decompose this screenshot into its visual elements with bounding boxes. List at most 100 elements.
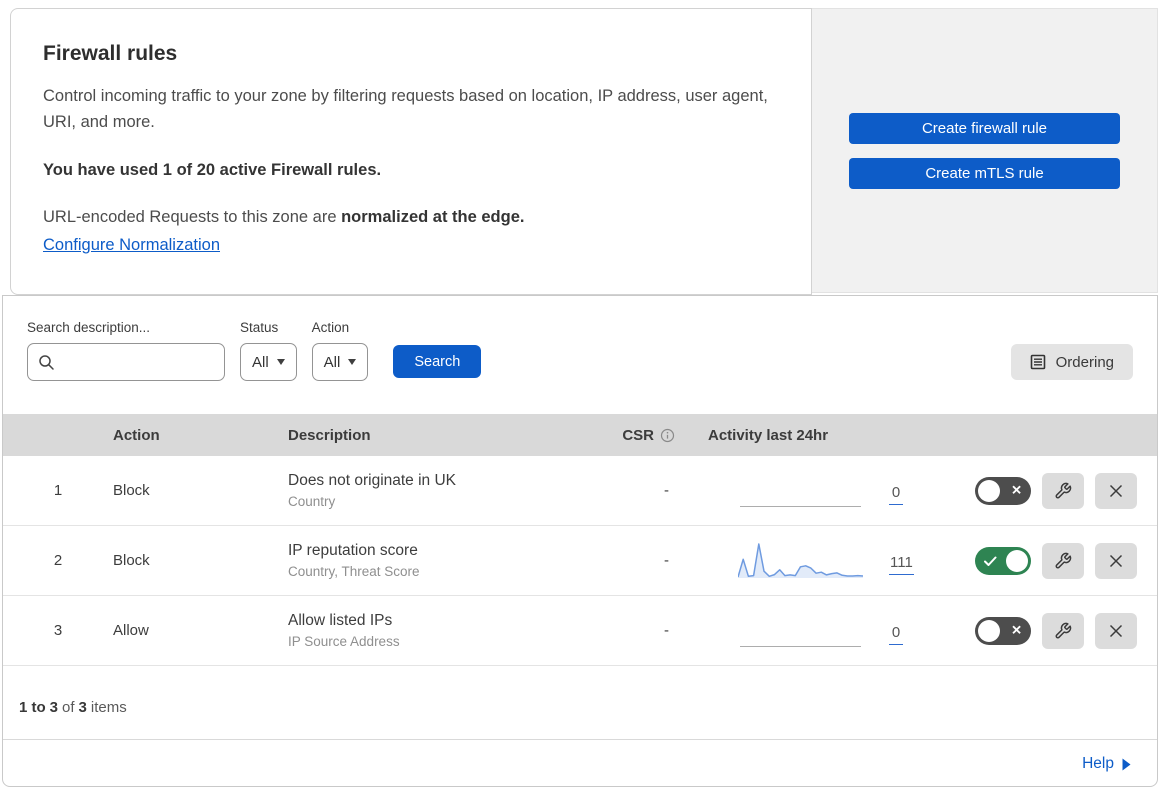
activity-count-link[interactable]: 0 — [889, 624, 903, 645]
status-label: Status — [240, 320, 279, 335]
activity-sparkline — [738, 470, 863, 512]
rule-toggle[interactable]: ✕ — [975, 616, 1031, 645]
wrench-icon — [1055, 552, 1072, 568]
rule-priority: 3 — [53, 622, 63, 639]
delete-rule-button[interactable] — [1095, 612, 1137, 649]
action-dropdown-value: All — [323, 353, 341, 371]
actions-panel: Create firewall rule Create mTLS rule — [812, 8, 1158, 293]
edit-rule-button[interactable] — [1042, 472, 1084, 509]
usage-summary: You have used 1 of 20 active Firewall ru… — [43, 160, 382, 179]
delete-rule-button[interactable] — [1095, 542, 1137, 579]
normalization-bold-text: normalized at the edge. — [341, 207, 525, 226]
rule-csr-value: - — [664, 552, 669, 569]
table-row: 3 Allow Allow listed IPs IP Source Addre… — [3, 596, 1157, 666]
normalization-text: URL-encoded Requests to this zone are — [43, 207, 342, 226]
search-input-wrapper — [27, 343, 225, 381]
rule-action: Block — [113, 552, 150, 569]
toggle-knob — [978, 619, 1000, 642]
page-title: Firewall rules — [43, 42, 178, 65]
search-icon — [39, 354, 54, 370]
rule-activity-cell: 0 — [693, 470, 953, 512]
rule-priority: 1 — [53, 482, 63, 499]
rule-activity-cell: 0 — [693, 610, 953, 652]
chevron-down-icon — [276, 359, 285, 365]
wrench-icon — [1055, 622, 1072, 638]
toggle-off-x-icon: ✕ — [1011, 481, 1022, 497]
rule-action: Allow — [113, 622, 149, 639]
close-icon — [1109, 554, 1123, 567]
rule-action: Block — [113, 482, 150, 499]
pagination-summary: 1 to 3 of 3 items — [3, 666, 1157, 739]
edit-rule-button[interactable] — [1042, 542, 1084, 579]
activity-count-link[interactable]: 0 — [889, 484, 903, 505]
csr-header-label: CSR — [622, 426, 654, 444]
rule-controls: ✕ — [953, 472, 1137, 509]
column-header-csr: CSR — [593, 427, 693, 444]
activity-sparkline — [738, 610, 863, 652]
action-dropdown[interactable]: All — [311, 343, 369, 381]
rule-description-cell: Allow listed IPs IP Source Address — [288, 612, 593, 649]
range-start: 1 to — [19, 699, 46, 716]
activity-sparkline — [738, 540, 863, 582]
help-arrow-icon — [1122, 758, 1131, 770]
rules-panel: Search description... Status All Action … — [2, 295, 1158, 787]
rule-activity-cell: 111 — [693, 540, 953, 582]
status-filter-group: Status All — [240, 320, 297, 381]
rule-description: IP reputation score — [288, 542, 418, 559]
rule-csr-value: - — [664, 482, 669, 499]
status-dropdown-value: All — [252, 353, 269, 371]
close-icon — [1109, 624, 1123, 637]
page-description: Control incoming traffic to your zone by… — [43, 87, 768, 132]
ordering-button[interactable]: Ordering — [1010, 344, 1133, 380]
table-header: Action Description CSR Activity last 24h… — [3, 414, 1157, 456]
rule-controls: ✕ — [953, 542, 1137, 579]
total-count: 3 — [78, 699, 87, 716]
toggle-knob — [978, 479, 1000, 502]
rule-priority: 2 — [53, 552, 63, 569]
rule-fields: Country — [288, 494, 336, 509]
delete-rule-button[interactable] — [1095, 472, 1137, 509]
status-dropdown[interactable]: All — [240, 343, 297, 381]
create-mtls-rule-button[interactable]: Create mTLS rule — [849, 158, 1120, 189]
ordering-list-icon — [1030, 354, 1045, 370]
toggle-on-check-icon — [984, 556, 997, 566]
close-icon — [1109, 484, 1123, 497]
table-row: 2 Block IP reputation score Country, Thr… — [3, 526, 1157, 596]
column-header-action: Action — [113, 426, 160, 444]
action-label: Action — [311, 320, 350, 335]
activity-count-link[interactable]: 111 — [889, 554, 914, 575]
search-filter-group: Search description... — [27, 320, 225, 381]
search-button[interactable]: Search — [393, 345, 482, 378]
rule-controls: ✕ — [953, 612, 1137, 649]
edit-rule-button[interactable] — [1042, 612, 1084, 649]
rule-description-cell: IP reputation score Country, Threat Scor… — [288, 542, 593, 579]
rule-description: Does not originate in UK — [288, 472, 457, 489]
top-area: Firewall rules Control incoming traffic … — [0, 0, 1161, 295]
table-row: 1 Block Does not originate in UK Country… — [3, 456, 1157, 526]
toggle-knob — [1006, 549, 1028, 572]
rule-csr-value: - — [664, 622, 669, 639]
rule-description-cell: Does not originate in UK Country — [288, 472, 593, 509]
chevron-down-icon — [348, 359, 357, 365]
column-header-activity: Activity last 24hr — [708, 426, 829, 444]
range-end: 3 — [49, 699, 59, 716]
rule-fields: Country, Threat Score — [288, 564, 420, 579]
create-firewall-rule-button[interactable]: Create firewall rule — [849, 113, 1120, 144]
help-link[interactable]: Help — [1082, 755, 1114, 773]
rule-fields: IP Source Address — [288, 634, 400, 649]
help-row: Help — [3, 739, 1157, 786]
rule-toggle[interactable]: ✕ — [975, 546, 1031, 575]
wrench-icon — [1055, 482, 1072, 498]
ordering-button-label: Ordering — [1055, 353, 1114, 371]
search-label: Search description... — [27, 320, 151, 335]
items-label: items — [90, 699, 127, 716]
info-icon[interactable] — [660, 428, 675, 443]
filter-bar: Search description... Status All Action … — [3, 296, 1157, 381]
rule-description: Allow listed IPs — [288, 612, 393, 629]
of-label: of — [62, 699, 75, 716]
search-input[interactable] — [55, 353, 214, 371]
configure-normalization-link[interactable]: Configure Normalization — [43, 236, 220, 254]
toggle-off-x-icon: ✕ — [1011, 621, 1022, 637]
intro-card: Firewall rules Control incoming traffic … — [10, 8, 812, 295]
rule-toggle[interactable]: ✕ — [975, 476, 1031, 505]
